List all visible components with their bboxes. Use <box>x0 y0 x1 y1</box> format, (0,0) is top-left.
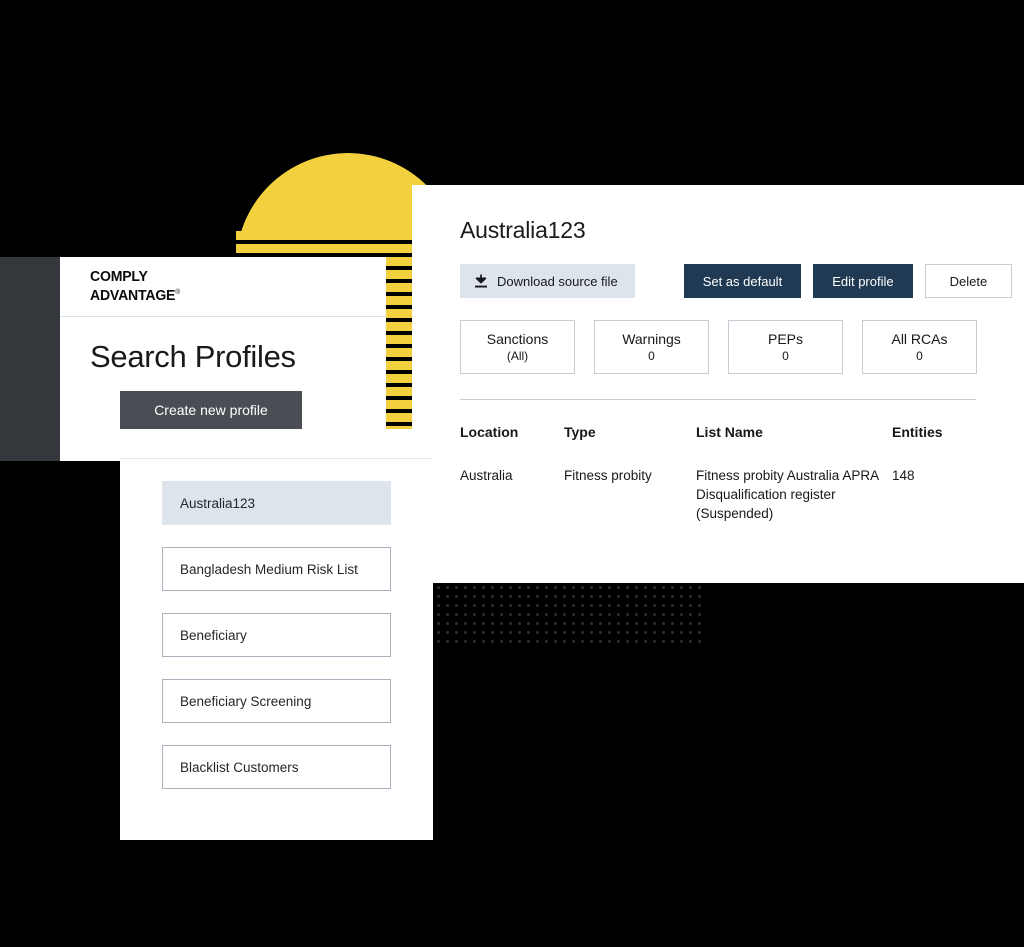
column-header-list-name: List Name <box>696 424 763 440</box>
profiles-list-card: Australia123 Bangladesh Medium Risk List… <box>120 429 433 840</box>
stat-box-all-rcas[interactable]: All RCAs 0 <box>862 320 977 374</box>
cell-list-name: Fitness probity Australia APRA Disqualif… <box>696 468 879 521</box>
brand-bar: COMPLY ADVANTAGE® <box>60 257 386 317</box>
delete-button[interactable]: Delete <box>924 264 1013 298</box>
profile-detail-window: Australia123 Download source file Set as… <box>412 185 1024 583</box>
list-item-label: Blacklist Customers <box>180 759 299 775</box>
list-item[interactable]: Australia123 <box>162 481 391 525</box>
column-header-type: Type <box>564 424 596 440</box>
download-source-file-label: Download source file <box>497 273 618 289</box>
profile-detail-title: Australia123 <box>460 217 586 243</box>
stat-value: 0 <box>782 349 789 363</box>
create-new-profile-button[interactable]: Create new profile <box>120 391 302 429</box>
cell-type: Fitness probity <box>564 468 652 483</box>
logo-line-1: COMPLY <box>90 268 148 285</box>
stat-label: All RCAs <box>891 331 948 347</box>
download-icon <box>474 274 488 289</box>
stat-label: PEPs <box>767 331 803 347</box>
edit-profile-label: Edit profile <box>832 273 894 289</box>
table-row[interactable]: Australia Fitness probity Fitness probit… <box>412 440 1024 523</box>
table-header-row: Location Type List Name Entities <box>412 414 1024 440</box>
decorative-dark-slab <box>0 257 60 461</box>
lists-table: Location Type List Name Entities Austral… <box>412 414 1024 523</box>
registered-trademark-icon: ® <box>175 288 181 296</box>
cell-entities: 148 <box>892 468 915 483</box>
comply-advantage-logo: COMPLY ADVANTAGE® <box>90 268 181 304</box>
cell-location: Australia <box>460 468 513 483</box>
list-item-label: Bangladesh Medium Risk List <box>180 561 358 577</box>
profile-action-row: Download source file Set as default Edit… <box>412 244 1024 298</box>
column-header-entities: Entities <box>892 424 943 440</box>
logo-line-2: ADVANTAGE <box>90 287 176 304</box>
stat-label: Warnings <box>622 331 681 347</box>
list-item[interactable]: Blacklist Customers <box>162 745 391 789</box>
lists-table-body: Australia Fitness probity Fitness probit… <box>412 440 1024 523</box>
stat-value: 0 <box>916 349 923 363</box>
download-source-file-button[interactable]: Download source file <box>460 264 635 298</box>
list-item-label: Beneficiary <box>180 627 247 643</box>
profiles-card-divider <box>120 458 433 459</box>
column-header-location: Location <box>460 424 519 440</box>
stat-box-peps[interactable]: PEPs 0 <box>728 320 843 374</box>
profile-stats-row: Sanctions (All) Warnings 0 PEPs 0 All RC… <box>412 298 1024 374</box>
decorative-dot-grid <box>434 583 702 646</box>
delete-label: Delete <box>949 273 988 289</box>
lists-table-head: Location Type List Name Entities <box>412 414 1024 440</box>
list-item[interactable]: Beneficiary Screening <box>162 679 391 723</box>
list-item[interactable]: Beneficiary <box>162 613 391 657</box>
create-new-profile-label: Create new profile <box>154 402 268 418</box>
detail-divider <box>460 399 976 400</box>
page-title: Search Profiles <box>90 339 296 374</box>
stat-value: 0 <box>648 349 655 363</box>
edit-profile-button[interactable]: Edit profile <box>813 264 913 298</box>
set-as-default-label: Set as default <box>702 273 783 289</box>
stat-label: Sanctions <box>486 331 549 347</box>
stat-value: (All) <box>506 349 529 363</box>
list-item[interactable]: Bangladesh Medium Risk List <box>162 547 391 591</box>
profiles-list: Australia123 Bangladesh Medium Risk List… <box>162 481 391 811</box>
list-item-label: Beneficiary Screening <box>180 693 312 709</box>
set-as-default-button[interactable]: Set as default <box>683 264 802 298</box>
stat-box-warnings[interactable]: Warnings 0 <box>594 320 709 374</box>
list-item-label: Australia123 <box>180 495 256 511</box>
stat-box-sanctions[interactable]: Sanctions (All) <box>460 320 575 374</box>
